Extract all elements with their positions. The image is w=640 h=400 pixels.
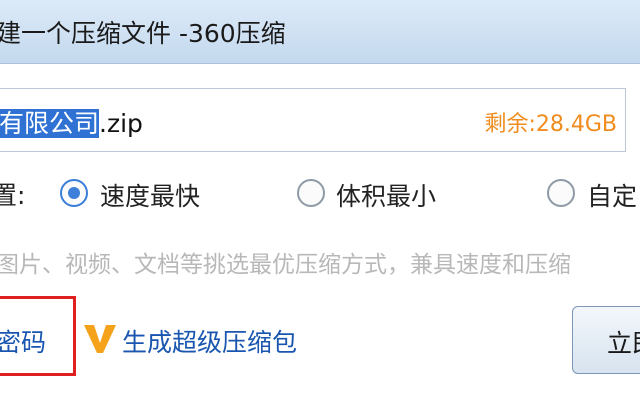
start-button-label: 立即	[607, 329, 640, 358]
add-password-link[interactable]: 密码	[0, 323, 46, 359]
title-bar: 建一个压缩文件 -360压缩	[0, 0, 640, 64]
compression-hint: 图片、视频、文档等挑选最优压缩方式，兼具速度和压缩	[0, 252, 571, 278]
radio-custom[interactable]	[547, 179, 575, 207]
disk-space-remaining: 剩余:28.4GB	[484, 112, 617, 137]
archive-filename[interactable]: 有限公司.zip	[0, 104, 143, 140]
filename-selected-text: 有限公司	[0, 109, 100, 138]
radio-smallest[interactable]	[297, 179, 325, 207]
start-compress-button[interactable]: 立即	[572, 306, 640, 374]
archive-path-field[interactable]: 有限公司.zip 剩余:28.4GB	[0, 88, 626, 152]
radio-smallest-label[interactable]: 体积最小	[336, 177, 436, 213]
radio-fastest[interactable]	[60, 179, 88, 207]
radio-custom-label[interactable]: 自定	[587, 177, 637, 213]
v-badge-icon[interactable]	[82, 321, 118, 357]
radio-fastest-label[interactable]: 速度最快	[100, 177, 200, 213]
filename-extension: .zip	[99, 109, 143, 138]
compression-option-label: 置:	[0, 181, 26, 210]
super-compress-link[interactable]: 生成超级压缩包	[122, 323, 297, 359]
window-title: 建一个压缩文件 -360压缩	[0, 19, 286, 48]
